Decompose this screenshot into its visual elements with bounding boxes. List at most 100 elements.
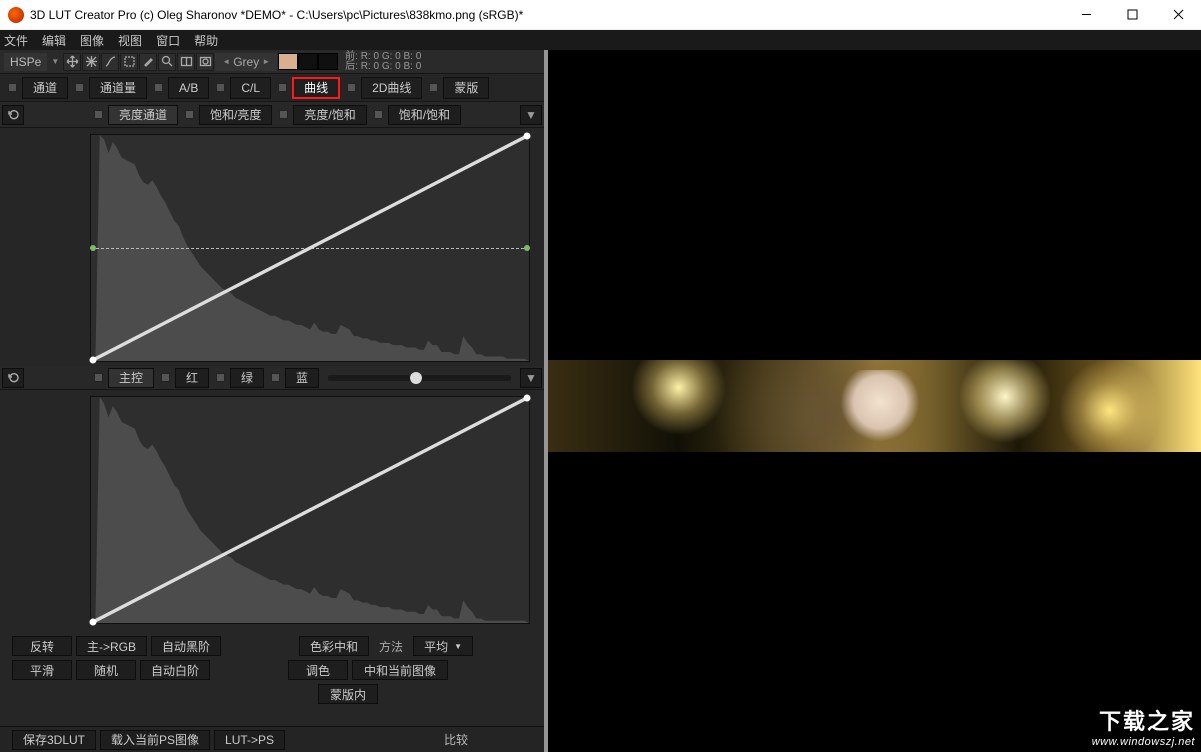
chan-green[interactable]: 绿 [230, 368, 264, 388]
channel-row: 主控 红 绿 蓝 ▼ [0, 366, 544, 390]
menubar: 文件 编辑 图像 视图 窗口 帮助 [0, 30, 1201, 50]
green-check[interactable] [216, 373, 225, 382]
luma-curve-panel[interactable] [90, 134, 530, 362]
bottom-row-2: 平滑 随机 自动白阶 调色 中和当前图像 [0, 658, 544, 682]
random-button[interactable]: 随机 [76, 660, 136, 680]
tab-ab[interactable]: A/B [168, 77, 209, 99]
main-rgb-button[interactable]: 主->RGB [76, 636, 147, 656]
smooth-button[interactable]: 平滑 [12, 660, 72, 680]
rgb-readout: 前: R: 0 G: 0 B: 0 后: R: 0 G: 0 B: 0 [345, 52, 421, 72]
watermark: 下载之家 www.windowszj.net [1092, 704, 1195, 748]
luma-check[interactable] [94, 110, 103, 119]
mask-tool-icon[interactable] [196, 53, 214, 71]
tab-row: 通道 通道量 A/B C/L 曲线 2D曲线 蒙版 [0, 74, 544, 102]
grey-select[interactable]: ◄Grey► [215, 53, 277, 71]
slider-thumb[interactable] [410, 372, 422, 384]
tab-cl-check[interactable] [216, 83, 225, 92]
auto-white-button[interactable]: 自动白阶 [140, 660, 210, 680]
compare-label[interactable]: 比较 [444, 731, 468, 748]
curve-tool-icon[interactable] [101, 53, 119, 71]
color-mode-select[interactable]: HSPe [4, 53, 47, 71]
grid-tool-icon[interactable] [82, 53, 100, 71]
footer-row: 保存3DLUT 载入当前PS图像 LUT->PS 比较 [0, 726, 544, 752]
tool-row: HSPe ▼ ◄Grey► 前: R: 0 G: 0 B: 0 后: R: 0 … [0, 50, 544, 74]
compare-tool-icon[interactable] [177, 53, 195, 71]
tab-mask[interactable]: 蒙版 [443, 77, 489, 99]
swatch-2[interactable] [298, 53, 318, 70]
marquee-tool-icon[interactable] [120, 53, 138, 71]
swatch-3[interactable] [318, 53, 338, 70]
color-neutral-button[interactable]: 色彩中和 [299, 636, 369, 656]
load-ps-button[interactable]: 载入当前PS图像 [100, 730, 210, 750]
app-icon [8, 7, 24, 23]
sub-curve-row: 亮度通道 饱和/亮度 亮度/饱和 饱和/饱和 ▼ [0, 102, 544, 128]
curve-point-black[interactable] [90, 356, 97, 363]
menu-image[interactable]: 图像 [80, 32, 104, 49]
curve2-point-black[interactable] [90, 618, 97, 625]
chan-dropdown-icon[interactable]: ▼ [520, 368, 542, 388]
tab-channel-check[interactable] [8, 83, 17, 92]
tab-curves-check[interactable] [278, 83, 287, 92]
curve2-point-white[interactable] [523, 395, 530, 402]
preview-area[interactable]: 下载之家 www.windowszj.net [548, 50, 1201, 752]
bottom-row-1: 反转 主->RGB 自动黑阶 色彩中和 方法 平均▼ [0, 634, 544, 658]
subtab-sat-luma[interactable]: 饱和/亮度 [199, 105, 272, 125]
reset2-button[interactable] [2, 368, 24, 388]
guide-point-right[interactable] [524, 245, 530, 251]
tab-channel[interactable]: 通道 [22, 77, 68, 99]
method-select[interactable]: 平均▼ [413, 636, 473, 656]
tab-mask-check[interactable] [429, 83, 438, 92]
menu-window[interactable]: 窗口 [156, 32, 180, 49]
maximize-button[interactable] [1109, 0, 1155, 30]
move-tool-icon[interactable] [63, 53, 81, 71]
eyedropper-tool-icon[interactable] [139, 53, 157, 71]
invert-button[interactable]: 反转 [12, 636, 72, 656]
left-panel: HSPe ▼ ◄Grey► 前: R: 0 G: 0 B: 0 后: R: 0 … [0, 50, 548, 752]
luma-sat-check[interactable] [279, 110, 288, 119]
tab-channel-amt-check[interactable] [75, 83, 84, 92]
titlebar: 3D LUT Creator Pro (c) Oleg Sharonov *DE… [0, 0, 1201, 30]
subtab-luma[interactable]: 亮度通道 [108, 105, 178, 125]
method-label: 方法 [379, 638, 403, 655]
red-check[interactable] [161, 373, 170, 382]
color-button[interactable]: 调色 [288, 660, 348, 680]
chan-master[interactable]: 主控 [108, 368, 154, 388]
master-curve-panel[interactable] [90, 396, 530, 624]
guide-point-left[interactable] [90, 245, 96, 251]
tab-channel-amt[interactable]: 通道量 [89, 77, 147, 99]
lut-ps-button[interactable]: LUT->PS [214, 730, 285, 750]
curve-point-white[interactable] [523, 133, 530, 140]
tab-curves2d-check[interactable] [347, 83, 356, 92]
menu-file[interactable]: 文件 [4, 32, 28, 49]
preview-image [548, 360, 1201, 452]
master-check[interactable] [94, 373, 103, 382]
dropdown-icon[interactable]: ▼ [48, 57, 62, 66]
menu-edit[interactable]: 编辑 [42, 32, 66, 49]
menu-help[interactable]: 帮助 [194, 32, 218, 49]
blue-check[interactable] [271, 373, 280, 382]
inside-mask-button[interactable]: 蒙版内 [318, 684, 378, 704]
minimize-button[interactable] [1063, 0, 1109, 30]
amount-slider[interactable] [328, 375, 511, 381]
chan-red[interactable]: 红 [175, 368, 209, 388]
menu-view[interactable]: 视图 [118, 32, 142, 49]
subtab-luma-sat[interactable]: 亮度/饱和 [293, 105, 366, 125]
auto-black-button[interactable]: 自动黑阶 [151, 636, 221, 656]
sat-sat-check[interactable] [374, 110, 383, 119]
close-button[interactable] [1155, 0, 1201, 30]
swatch-1[interactable] [278, 53, 298, 70]
window-title: 3D LUT Creator Pro (c) Oleg Sharonov *DE… [30, 8, 1063, 22]
subtab-sat-sat[interactable]: 饱和/饱和 [388, 105, 461, 125]
bottom-row-3: 蒙版内 [0, 682, 544, 706]
reset-button[interactable] [2, 105, 24, 125]
sat-luma-check[interactable] [185, 110, 194, 119]
save-3dlut-button[interactable]: 保存3DLUT [12, 730, 96, 750]
chan-blue[interactable]: 蓝 [285, 368, 319, 388]
tab-curves[interactable]: 曲线 [292, 77, 340, 99]
zoom-tool-icon[interactable] [158, 53, 176, 71]
tab-ab-check[interactable] [154, 83, 163, 92]
sub-dropdown-icon[interactable]: ▼ [520, 105, 542, 125]
tab-curves2d[interactable]: 2D曲线 [361, 77, 422, 99]
tab-cl[interactable]: C/L [230, 77, 271, 99]
neutral-current-button[interactable]: 中和当前图像 [352, 660, 448, 680]
